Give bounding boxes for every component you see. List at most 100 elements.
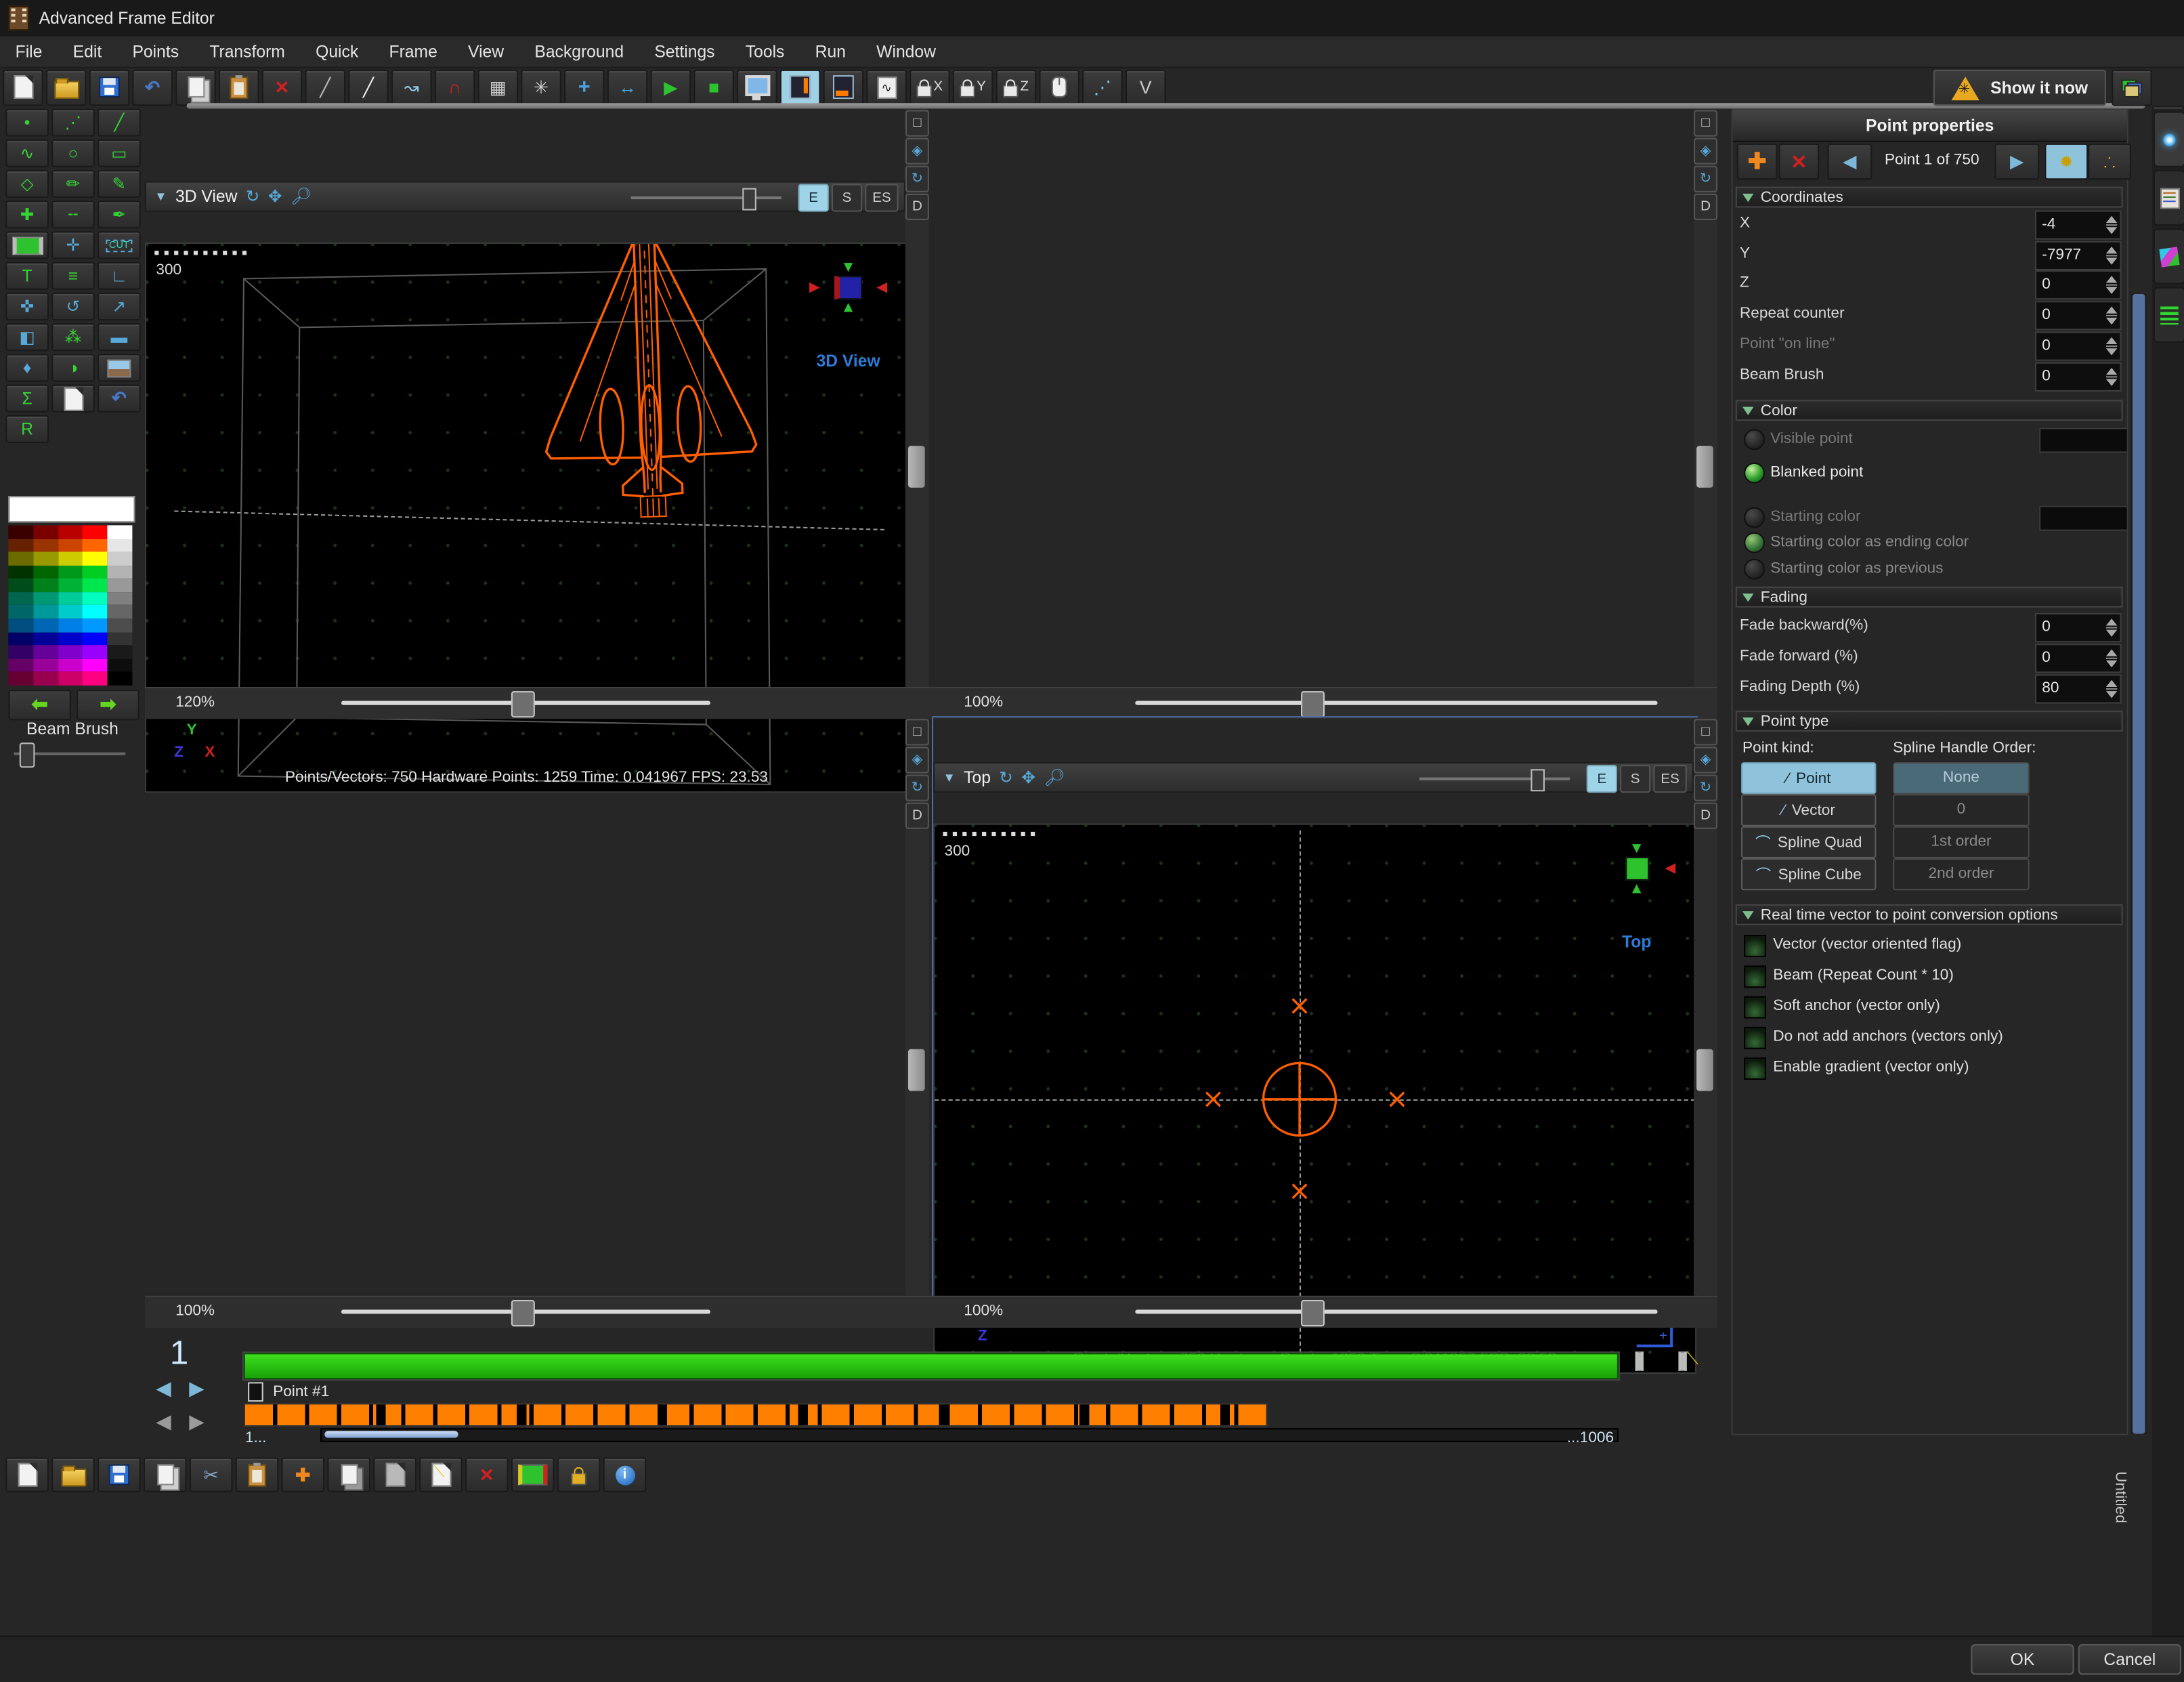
track-checkbox[interactable] (248, 1382, 263, 1402)
ok-button[interactable]: OK (1971, 1644, 2074, 1675)
zoom-slider-track-top[interactable] (1135, 701, 1657, 705)
prev-point-step-button[interactable]: ◀ (156, 1410, 171, 1433)
palette-swatch[interactable] (108, 579, 133, 592)
depth-mode-button[interactable]: D (1694, 803, 1717, 829)
snap-grid-button[interactable]: ▦ (477, 69, 518, 105)
scale-button[interactable]: ↗ (98, 293, 141, 320)
camera-view-button[interactable]: ◈ (905, 138, 929, 165)
palette-swatch[interactable] (8, 606, 33, 619)
tab-line-tools[interactable] (2154, 287, 2184, 343)
palette-swatch[interactable] (33, 525, 58, 539)
fading-depth-input[interactable]: 80 (2035, 674, 2122, 703)
y-input[interactable]: -7977 (2035, 241, 2122, 270)
palette-swatch[interactable] (8, 592, 33, 606)
palette-swatch[interactable] (8, 672, 33, 686)
pen-edit-button[interactable]: ✒ (98, 201, 141, 228)
point-tool-button[interactable]: ╱ (305, 69, 345, 105)
point-on-line-input[interactable]: 0 (2035, 332, 2122, 361)
palette-swatch[interactable] (58, 659, 83, 673)
duplicate-button[interactable] (327, 1457, 370, 1492)
f-align-button[interactable]: ✛ (51, 231, 95, 259)
lock-y-button[interactable]: Y (953, 69, 993, 105)
move-button[interactable]: ✜ (5, 293, 49, 320)
palette-swatch[interactable] (33, 646, 58, 659)
x-input[interactable]: -4 (2035, 211, 2122, 240)
palette-swatch[interactable] (108, 646, 133, 659)
kind-vector-button[interactable]: ∕Vector (1741, 794, 1877, 826)
measure-button[interactable]: ∟ (98, 262, 141, 290)
palette-swatch[interactable] (8, 579, 33, 592)
menu-points[interactable]: Points (117, 42, 194, 62)
vertical-scrollbar-thumb[interactable] (908, 446, 925, 488)
menu-view[interactable]: View (452, 42, 519, 62)
delete-button[interactable]: ✕ (465, 1457, 509, 1492)
palette-swatch[interactable] (8, 539, 33, 552)
start-as-prev-radio[interactable] (1744, 559, 1765, 580)
visible-point-color-swatch[interactable] (2039, 427, 2128, 453)
edit-mode-button[interactable]: E (798, 184, 829, 211)
copy-frame-button[interactable] (373, 1457, 416, 1492)
depth-mode-button[interactable]: D (905, 194, 929, 220)
palette-swatch[interactable] (58, 672, 83, 686)
palette-swatch[interactable] (83, 552, 108, 566)
split-frame-button[interactable] (1635, 1353, 1644, 1370)
menu-tools[interactable]: Tools (730, 42, 800, 62)
palette-swatch[interactable] (108, 618, 133, 632)
timeline-frame-bar[interactable] (244, 1353, 1619, 1379)
monitor-button[interactable] (737, 69, 777, 105)
line-button[interactable]: ╱ (98, 108, 141, 136)
frame-color-button[interactable] (511, 1457, 555, 1492)
palette-swatch[interactable] (33, 672, 58, 686)
palette-swatch[interactable] (108, 539, 133, 552)
show-point-toggle[interactable]: ✹ (2044, 144, 2088, 180)
stop-button[interactable]: ■ (693, 69, 734, 105)
header-slider-track[interactable] (631, 196, 781, 199)
edit-select-mode-button[interactable]: ES (865, 184, 898, 211)
palette-swatch[interactable] (58, 525, 83, 539)
section-fading[interactable]: Fading (1736, 587, 2123, 608)
vertical-scrollbar-thumb[interactable] (908, 1049, 925, 1091)
rotate-view-button[interactable]: ↻ (905, 775, 929, 801)
point-line-button[interactable]: ⋰ (51, 108, 95, 136)
panel-scrollbar-thumb[interactable] (2133, 294, 2145, 1433)
hatch-button[interactable]: ≡ (51, 262, 95, 290)
palette-swatch[interactable] (58, 592, 83, 606)
palette-swatch[interactable] (83, 632, 108, 646)
vector-path-button[interactable]: ⋰ (1082, 69, 1123, 105)
palette-swatch[interactable] (33, 632, 58, 646)
menu-edit[interactable]: Edit (58, 42, 117, 62)
menu-settings[interactable]: Settings (639, 42, 730, 62)
maximize-viewport-button[interactable]: □ (905, 110, 929, 136)
starting-color-radio[interactable] (1744, 507, 1765, 528)
info-button[interactable]: i (603, 1457, 647, 1492)
palette-swatch[interactable] (8, 525, 33, 539)
no-anchors-checkbox[interactable] (1744, 1027, 1766, 1049)
menu-transform[interactable]: Transform (194, 42, 301, 62)
magnet-button[interactable]: ∩ (435, 69, 475, 105)
section-coordinates[interactable]: Coordinates (1736, 187, 2123, 208)
menu-file[interactable]: File (0, 42, 58, 62)
palette-swatch[interactable] (83, 659, 108, 673)
eyedropper-button[interactable]: ♦ (5, 354, 49, 381)
kind-spline-cube-button[interactable]: ⌒Spline Cube (1741, 858, 1877, 890)
kind-point-button[interactable]: ∕Point (1741, 762, 1877, 794)
zoom-slider-thumb-left[interactable] (511, 1300, 535, 1326)
palette-swatch[interactable] (83, 525, 108, 539)
polygon-button[interactable]: ◇ (5, 170, 49, 198)
sum-button[interactable]: Σ (5, 385, 49, 413)
rectangle-button[interactable]: ▭ (98, 140, 141, 167)
cut-button[interactable]: CUT (98, 231, 141, 259)
palette-swatch[interactable] (33, 566, 58, 579)
paste-button[interactable] (236, 1457, 279, 1492)
palette-swatch[interactable] (33, 539, 58, 552)
add-point-button[interactable]: ✚ (5, 201, 49, 228)
section-point-type[interactable]: Point type (1736, 711, 2123, 732)
paste-button[interactable] (219, 69, 259, 105)
lock-x-button[interactable]: X (909, 69, 950, 105)
maximize-viewport-button[interactable]: □ (905, 719, 929, 745)
palette-swatch[interactable] (83, 579, 108, 592)
prev-color-button[interactable]: ⬅ (8, 690, 71, 720)
pan-view-icon[interactable]: ✥ (268, 187, 282, 207)
palette-swatch[interactable] (108, 566, 133, 579)
mouse-control-button[interactable] (1039, 69, 1079, 105)
